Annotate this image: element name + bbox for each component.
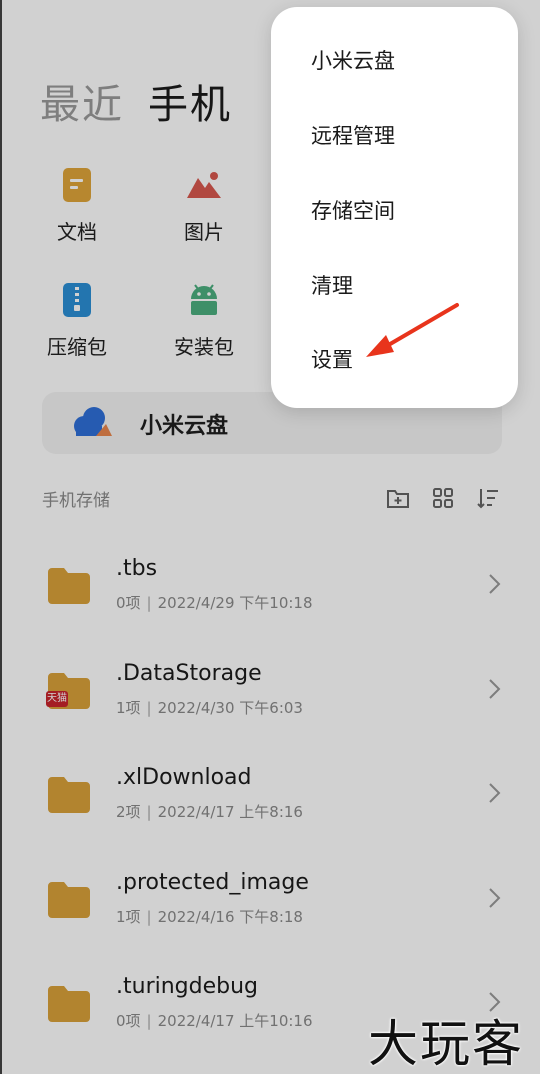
menu-item-remote-manage[interactable]: 远程管理 bbox=[311, 120, 395, 150]
menu-item-settings[interactable]: 设置 bbox=[311, 344, 353, 374]
menu-item-storage[interactable]: 存储空间 bbox=[311, 195, 395, 225]
watermark-text: 大玩客 bbox=[368, 1015, 524, 1073]
menu-item-cloud[interactable]: 小米云盘 bbox=[311, 45, 395, 75]
overflow-menu: 小米云盘 远程管理 存储空间 清理 设置 bbox=[271, 7, 518, 408]
menu-item-cleanup[interactable]: 清理 bbox=[311, 270, 353, 300]
